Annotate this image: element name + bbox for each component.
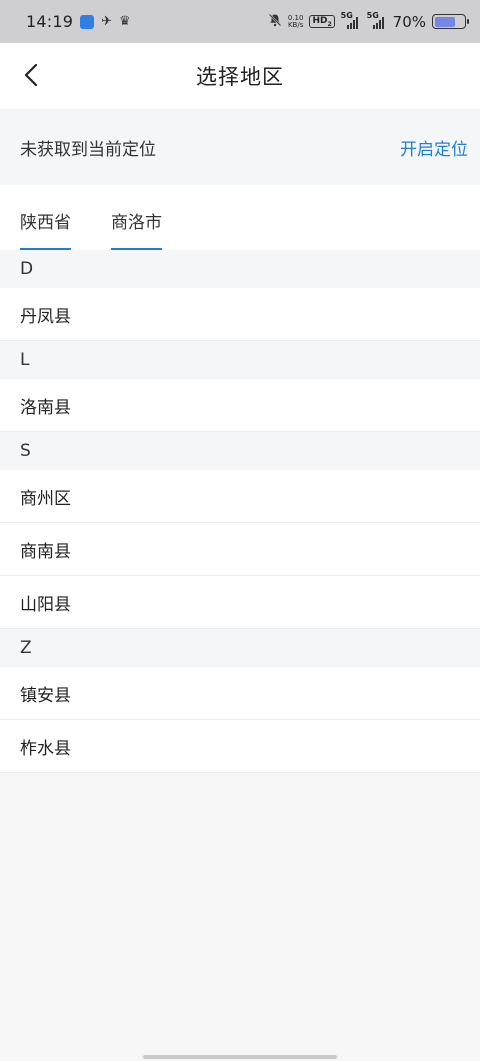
battery-fill <box>434 16 455 27</box>
battery-percentage: 70% <box>392 12 426 31</box>
mute-bell-icon <box>268 13 282 31</box>
location-status: 未获取到当前定位 <box>20 139 156 160</box>
list-item-district[interactable]: 山阳县 <box>0 576 480 629</box>
hd-sub: 2 <box>327 20 332 28</box>
list-item-district[interactable]: 洛南县 <box>0 379 480 432</box>
status-bar: 14:19 ✈ ♛ 0.10 KB/s HD2 5G 5G 70% <box>0 0 480 43</box>
tab-city-underline <box>111 248 162 250</box>
letter-header-s: S <box>0 432 480 470</box>
hd-label: HD <box>312 15 328 26</box>
spacer <box>0 185 480 195</box>
home-indicator[interactable] <box>143 1055 337 1059</box>
list-item-district[interactable]: 镇安县 <box>0 667 480 720</box>
list-item-district[interactable]: 丹凤县 <box>0 288 480 341</box>
tab-province[interactable]: 陕西省 <box>20 195 71 250</box>
signal-icon-1: 5G <box>341 11 361 29</box>
district-list: D 丹凤县 L 洛南县 S 商州区 商南县 山阳县 Z 镇安县 柞水县 <box>0 250 480 773</box>
letter-header-d: D <box>0 250 480 288</box>
bird-notification-icon: ✈ <box>101 14 113 29</box>
list-item-district[interactable]: 柞水县 <box>0 720 480 773</box>
back-button[interactable] <box>16 60 46 90</box>
region-tabs: 陕西省 商洛市 <box>0 195 480 250</box>
letter-header-z: Z <box>0 629 480 667</box>
status-time: 14:19 <box>26 12 74 31</box>
network-speed-unit: KB/s <box>287 20 304 29</box>
signal-label-2: 5G <box>366 10 379 20</box>
signal-icon-2: 5G <box>367 11 387 29</box>
tab-province-label: 陕西省 <box>20 213 71 233</box>
app-notification-icon <box>80 14 95 29</box>
tab-city[interactable]: 商洛市 <box>111 195 162 250</box>
tab-province-underline <box>20 248 71 250</box>
location-row: 未获取到当前定位 开启定位 <box>0 109 480 185</box>
list-item-district[interactable]: 商南县 <box>0 523 480 576</box>
tab-city-label: 商洛市 <box>111 213 162 233</box>
nav-bar: 选择地区 <box>0 43 480 109</box>
hd-voice-icon: HD2 <box>309 14 335 29</box>
battery-icon <box>432 14 469 29</box>
back-arrow-icon <box>24 63 38 87</box>
list-item-district[interactable]: 商州区 <box>0 470 480 523</box>
network-speed: 0.10 KB/s <box>287 14 304 29</box>
letter-header-l: L <box>0 341 480 379</box>
enable-location-button[interactable]: 开启定位 <box>400 135 468 160</box>
crown-notification-icon: ♛ <box>119 14 131 29</box>
signal-label-1: 5G <box>340 10 353 20</box>
page-title: 选择地区 <box>196 65 284 89</box>
